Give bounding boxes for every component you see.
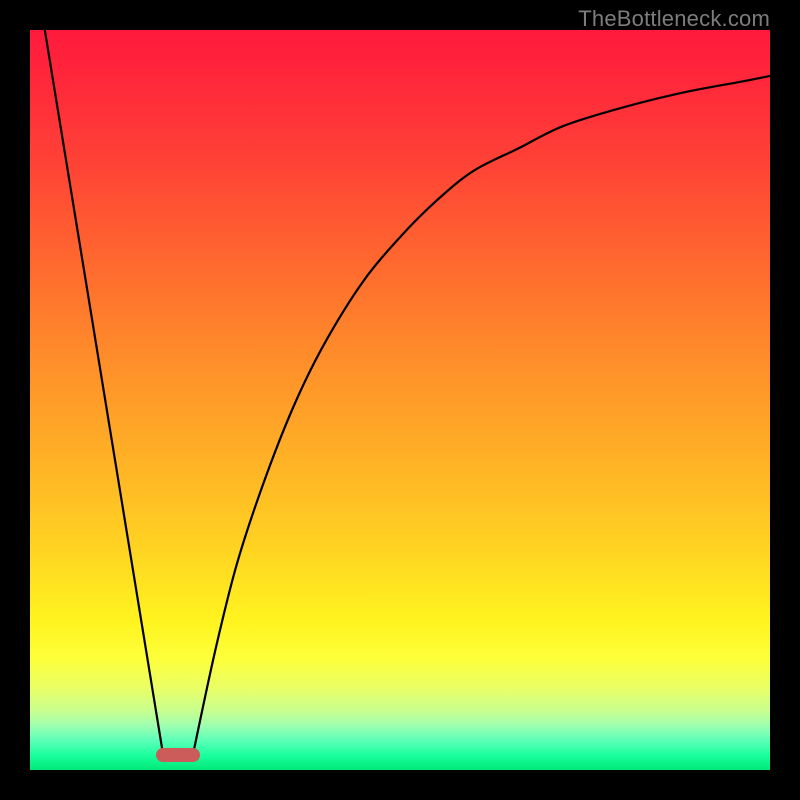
plot-area (30, 30, 770, 770)
bottleneck-marker (156, 748, 200, 762)
curve-layer (30, 30, 770, 770)
chart-frame: TheBottleneck.com (0, 0, 800, 800)
left-slope-line (45, 30, 163, 755)
right-curve-line (193, 76, 770, 755)
watermark-text: TheBottleneck.com (578, 6, 770, 32)
